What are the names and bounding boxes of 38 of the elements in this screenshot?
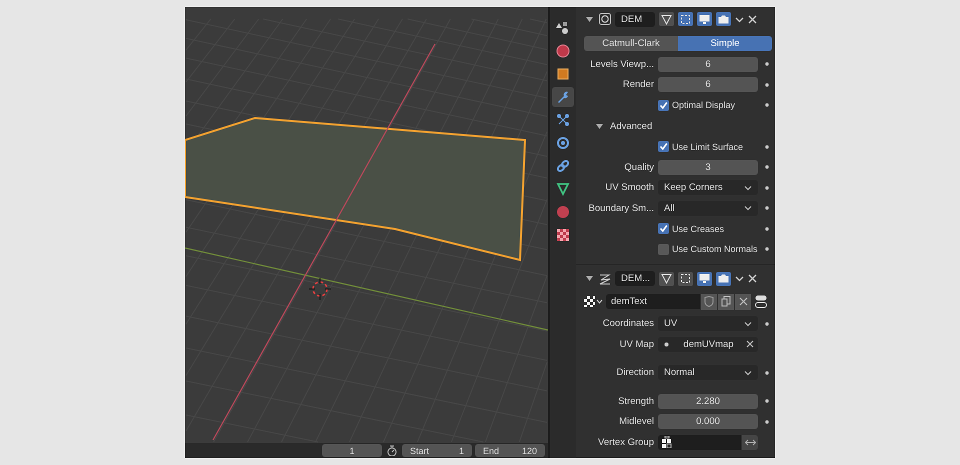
checkbox-label: Use Custom Normals: [672, 244, 758, 254]
checkbox-label: Optimal Display: [672, 100, 736, 110]
number-field[interactable]: 3: [658, 160, 758, 175]
end-frame-field[interactable]: End 120: [475, 444, 545, 457]
field-label: Render: [622, 79, 654, 90]
modifier-name-field[interactable]: DEM: [615, 12, 655, 26]
dropdown[interactable]: All: [658, 200, 758, 216]
field-label: UV Smooth: [604, 182, 654, 194]
dropdown[interactable]: Keep Corners: [658, 180, 758, 196]
checkbox-label: Use Limit Surface: [672, 142, 744, 152]
checkbox-option[interactable]: Use Creases: [658, 223, 758, 234]
mode-tab[interactable]: Catmull-Clark: [584, 36, 678, 51]
checkbox-option[interactable]: Use Limit Surface: [658, 141, 758, 152]
dropdown[interactable]: Normal: [658, 365, 758, 380]
uv-map-field[interactable]: demUVmap: [658, 336, 758, 352]
number-field[interactable]: 2.280: [658, 394, 758, 409]
field-label: Strength: [617, 396, 654, 407]
number-field[interactable]: 6: [658, 77, 758, 92]
checkbox-option[interactable]: Use Custom Normals: [658, 244, 758, 255]
field-label: Vertex Group: [597, 436, 654, 448]
modifier-name-field[interactable]: DEM...: [615, 271, 655, 286]
field-label: Levels Viewp...: [589, 58, 654, 70]
subpanel-title[interactable]: Advanced: [610, 120, 652, 132]
checkbox-label: Use Creases: [672, 224, 724, 234]
number-field[interactable]: 0.000: [658, 414, 758, 430]
field-label: Direction: [616, 367, 654, 378]
checkbox-option[interactable]: Optimal Display: [658, 100, 758, 111]
dropdown[interactable]: UV: [658, 316, 758, 332]
field-label: UV Map: [618, 338, 654, 350]
field-label: Midlevel: [618, 416, 654, 428]
current-frame-field[interactable]: 1: [322, 444, 382, 457]
start-frame-field[interactable]: Start 1: [402, 444, 472, 457]
texture-name-field[interactable]: demText: [606, 294, 700, 309]
field-label: Coordinates: [602, 318, 654, 330]
mode-tab[interactable]: Simple: [678, 36, 772, 51]
field-label: Quality: [623, 162, 654, 173]
number-field[interactable]: 6: [658, 56, 758, 72]
field-label: Boundary Sm...: [588, 202, 654, 214]
